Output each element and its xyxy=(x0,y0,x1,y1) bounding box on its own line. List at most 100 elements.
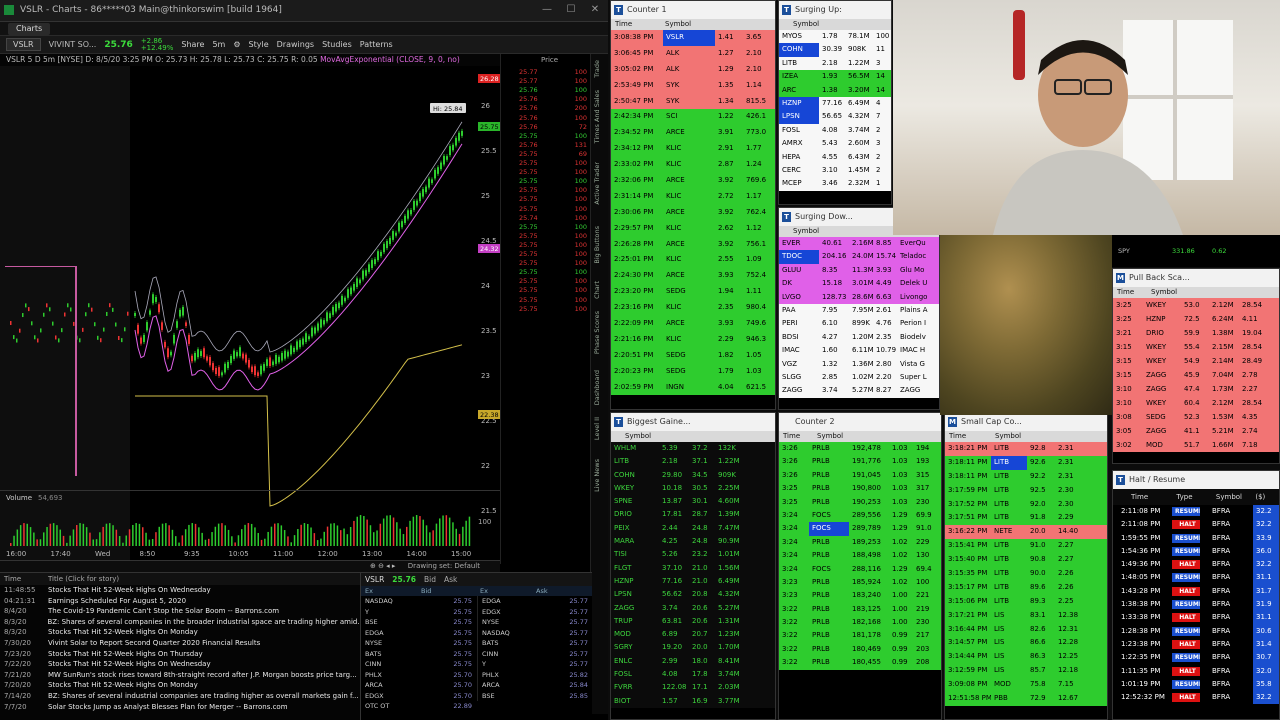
pullback-row[interactable]: 3:15 WKEY 55.4 2.15M 28.54 xyxy=(1113,340,1279,354)
halt-row[interactable]: 2:11:08 PM HALT BFRA 32.2 xyxy=(1113,518,1279,532)
small-cap-row[interactable]: 3:15:17 PM LITB 89.6 2.26 xyxy=(945,580,1107,595)
tab-charts[interactable]: Charts xyxy=(8,23,51,35)
biggest-gainers-row[interactable]: COHN 29.80 34.5 909K xyxy=(611,468,775,482)
biggest-gainers-row[interactable]: ZAGG 3.74 20.6 5.27M xyxy=(611,601,775,615)
biggest-gainers-row[interactable]: TISI 5.26 23.2 1.01M xyxy=(611,548,775,562)
news-item[interactable]: 8/3/20 BZ: Shares of several companies in… xyxy=(0,617,360,628)
level2-row[interactable]: BATS 25.75 xyxy=(361,649,476,660)
counter2-row[interactable]: 3:25 PRLB 190,253 1.03 230 xyxy=(779,495,941,509)
counter2-row[interactable]: 3:22 PRLB 180,455 0.99 208 xyxy=(779,656,941,670)
side-tab-5[interactable]: Phase Scores xyxy=(593,311,601,354)
small-cap-row[interactable]: 3:15:35 PM LITB 90.0 2.26 xyxy=(945,567,1107,581)
small-cap-row[interactable]: 3:16:44 PM LIS 82.6 12.31 xyxy=(945,622,1107,637)
col-symbol[interactable]: Symbol xyxy=(1208,489,1251,505)
level2-row[interactable]: NASDAQ 25.77 xyxy=(478,628,592,639)
counter1-row[interactable]: 3:05:02 PM ALK 1.29 2.10 xyxy=(611,61,775,78)
news-item[interactable]: 8/4/20 The Covid-19 Pandemic Can't Stop t… xyxy=(0,606,360,617)
col-type[interactable]: Type xyxy=(1168,489,1208,505)
counter1-row[interactable]: 2:42:34 PM SCI 1.22 426.1 xyxy=(611,109,775,126)
col-symbol[interactable]: Symbol xyxy=(1147,287,1197,298)
biggest-gainers-row[interactable]: LPSN 56.62 20.8 4.32M xyxy=(611,588,775,602)
surging-up-row[interactable]: LITB 2.18 1.22M 3 xyxy=(779,56,891,71)
counter1-row[interactable]: 3:08:38 PM VSLR 1.41 3.65 xyxy=(611,30,775,46)
surging-up-row[interactable]: IZEA 1.93 56.5M 14 xyxy=(779,70,891,84)
level2-row[interactable]: PHLX 25.70 xyxy=(361,670,476,681)
small-cap-row[interactable]: 3:14:57 PM LIS 86.6 12.28 xyxy=(945,636,1107,651)
share-button[interactable]: Share xyxy=(181,40,204,49)
level2-row[interactable]: Y 25.77 xyxy=(478,659,592,670)
side-tab-7[interactable]: Level II xyxy=(593,417,601,440)
pullback-row[interactable]: 3:15 ZAGG 45.9 7.04M 2.78 xyxy=(1113,368,1279,382)
surging-up-row[interactable]: ARC 1.38 3.20M 14 xyxy=(779,83,891,97)
surging-down-row[interactable]: GLUU 8.35 11.3M 3.93 Glu Mo xyxy=(779,263,939,278)
counter2-row[interactable]: 3:24 PRLB 189,253 1.02 229 xyxy=(779,535,941,550)
level2-row[interactable]: EDGA 25.77 xyxy=(478,596,592,607)
surging-down-row[interactable]: EVER 40.61 2.16M 8.85 EverQu xyxy=(779,237,939,251)
pullback-row[interactable]: 3:05 ZAGG 41.1 5.21M 2.74 xyxy=(1113,424,1279,438)
small-cap-row[interactable]: 3:17:21 PM LIS 83.1 12.38 xyxy=(945,608,1107,623)
news-item[interactable]: 7/30/20 Vivint Solar to Report Second Qua… xyxy=(0,638,360,649)
news-item[interactable]: 7/7/20 Solar Stocks Jump as Analyst Bless… xyxy=(0,702,360,713)
counter2-row[interactable]: 3:22 PRLB 180,469 0.99 203 xyxy=(779,642,941,657)
counter1-row[interactable]: 2:20:23 PM SEDG 1.79 1.03 xyxy=(611,363,775,380)
counter1-row[interactable]: 2:23:16 PM KLIC 2.35 980.4 xyxy=(611,300,775,317)
halt-row[interactable]: 1:43:28 PM HALT BFRA 31.7 xyxy=(1113,584,1279,599)
surging-down-row[interactable]: LVGO 128.73 28.6M 6.63 Livongo xyxy=(779,290,939,304)
col-symbol[interactable]: Symbol xyxy=(661,19,711,30)
col-symbol[interactable]: Symbol xyxy=(779,19,829,30)
pullback-row[interactable]: 3:25 HZNP 72.5 6.24M 4.11 xyxy=(1113,312,1279,326)
surging-down-row[interactable]: VGZ 1.32 1.36M 2.80 Vista G xyxy=(779,357,939,371)
level2-symbol[interactable]: VSLR xyxy=(365,573,384,586)
biggest-gainers-row[interactable]: MARA 4.25 24.8 90.9M xyxy=(611,535,775,549)
counter2-row[interactable]: 3:26 PRLB 192,478 1.03 194 xyxy=(779,442,941,456)
patterns-menu[interactable]: Patterns xyxy=(360,40,393,49)
counter1-row[interactable]: 2:24:30 PM ARCE 3.93 752.4 xyxy=(611,268,775,285)
price-chart[interactable]: Hi: 25.84 26 25.5 25 24.5 24 23.5 23 22.5 22 21.5… xyxy=(0,66,500,560)
news-item[interactable]: 04:21:31 Earnings Scheduled For August 5,… xyxy=(0,596,360,607)
counter1-row[interactable]: 2:31:14 PM KLIC 2.72 1.17 xyxy=(611,188,775,205)
surging-down-row[interactable]: BDSI 4.27 1.20M 2.35 Biodelv xyxy=(779,330,939,345)
level2-row[interactable]: NASDAQ 25.75 xyxy=(361,596,476,607)
counter1-row[interactable]: 2:20:51 PM SEDG 1.82 1.05 xyxy=(611,347,775,364)
col-symbol[interactable]: Symbol xyxy=(779,226,829,237)
level2-row[interactable]: PHLX 25.82 xyxy=(478,670,592,681)
counter1-row[interactable]: 2:23:20 PM SEDG 1.94 1.11 xyxy=(611,284,775,301)
small-cap-row[interactable]: 3:18:11 PM LITB 92.6 2.31 xyxy=(945,455,1107,470)
pullback-row[interactable]: 3:21 DRIO 59.9 1.38M 19.04 xyxy=(1113,326,1279,340)
surging-up-row[interactable]: AMRX 5.43 2.60M 3 xyxy=(779,137,891,151)
small-cap-row[interactable]: 3:15:41 PM LITB 91.0 2.27 xyxy=(945,539,1107,554)
counter1-row[interactable]: 2:34:52 PM ARCE 3.91 773.0 xyxy=(611,125,775,142)
counter1-row[interactable]: 2:02:59 PM INGN 4.04 621.5 xyxy=(611,379,775,396)
counter2-row[interactable]: 3:22 PRLB 183,125 1.00 219 xyxy=(779,602,941,617)
halt-row[interactable]: 1:49:36 PM HALT BFRA 32.2 xyxy=(1113,558,1279,572)
halt-row[interactable]: 1:54:36 PM RESUME BFRA 36.0 xyxy=(1113,544,1279,559)
maximize-icon[interactable]: ☐ xyxy=(562,3,580,17)
news-item[interactable]: 11:48:55 Stocks That Hit 52-Week Highs On… xyxy=(0,585,360,596)
news-col-time[interactable]: Time xyxy=(4,573,48,585)
level2-row[interactable]: BSE 25.75 xyxy=(361,617,476,628)
pullback-row[interactable]: 3:15 WKEY 54.9 2.14M 28.49 xyxy=(1113,354,1279,368)
news-col-title[interactable]: Title (Click for story) xyxy=(48,573,119,585)
surging-down-row[interactable]: PERI 6.10 899K 4.76 Perion I xyxy=(779,317,939,331)
level2-row[interactable]: CINN 25.75 xyxy=(361,659,476,670)
level2-row[interactable]: EDGA 25.75 xyxy=(361,628,476,639)
counter1-row[interactable]: 2:30:06 PM ARCE 3.92 762.4 xyxy=(611,204,775,221)
level2-row[interactable]: EDGX 25.77 xyxy=(478,607,592,618)
small-cap-row[interactable]: 3:09:08 PM MOD 75.8 7.15 xyxy=(945,678,1107,693)
counter1-row[interactable]: 2:29:57 PM KLIC 2.62 1.12 xyxy=(611,220,775,237)
side-tab-3[interactable]: Big Buttons xyxy=(593,226,601,264)
halt-row[interactable]: 1:59:55 PM RESUME BFRA 33.9 xyxy=(1113,531,1279,545)
counter1-row[interactable]: 3:06:45 PM ALK 1.27 2.10 xyxy=(611,45,775,62)
small-cap-row[interactable]: 3:16:22 PM NETE 20.0 14.40 xyxy=(945,525,1107,540)
news-item[interactable]: 7/21/20 MW SunRun's stock rises toward 8t… xyxy=(0,670,360,681)
col-time[interactable]: Time xyxy=(1113,287,1147,298)
level2-row[interactable]: ARCA 25.70 xyxy=(361,680,476,691)
halt-row[interactable]: 1:48:05 PM RESUME BFRA 31.1 xyxy=(1113,571,1279,585)
small-cap-row[interactable]: 3:15:40 PM LITB 90.8 2.27 xyxy=(945,553,1107,568)
surging-up-row[interactable]: FOSL 4.08 3.74M 2 xyxy=(779,123,891,138)
pullback-row[interactable]: 3:08 SEDG 52.3 1.53M 4.35 xyxy=(1113,410,1279,424)
surging-up-row[interactable]: COHN 30.39 908K 11 xyxy=(779,43,891,57)
side-tab-4[interactable]: Chart xyxy=(593,281,601,299)
small-cap-row[interactable]: 3:18:11 PM LITB 92.2 2.31 xyxy=(945,469,1107,484)
level2-row[interactable]: BSE 25.85 xyxy=(478,691,592,702)
